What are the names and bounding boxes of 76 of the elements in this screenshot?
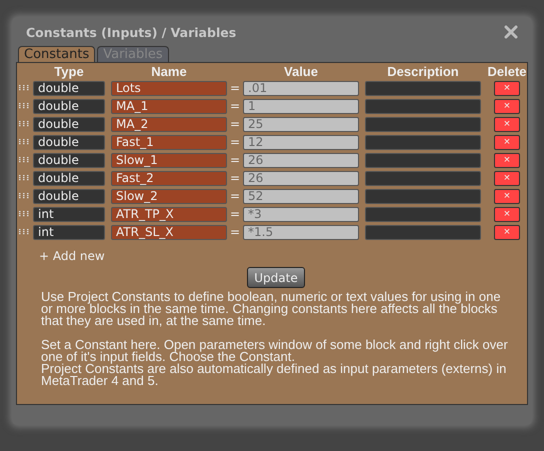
help-text: Project Constants are also automatically defined as input parameters (externs) in MetaTrader 4 and 5. [41,363,508,387]
equals-sign: = [228,117,242,131]
delete-button[interactable]: × [494,206,520,222]
type-field[interactable]: double [33,134,105,150]
drag-handle-icon[interactable] [19,229,29,235]
name-field[interactable]: MA_1 [111,98,227,114]
help-text: Set a Constant here. Open parameters window of some block and right click over one of it's input fields. Choose the Constant. [41,339,509,363]
drag-handle-icon[interactable] [19,85,29,91]
value-field[interactable]: .01 [243,80,359,96]
name-field[interactable]: Fast_2 [111,170,227,186]
column-header: Value [283,64,319,78]
name-field[interactable]: Slow_2 [111,188,227,204]
value-field[interactable]: 25 [243,116,359,132]
name-field[interactable]: Slow_1 [111,152,227,168]
description-field[interactable] [365,152,481,168]
equals-sign: = [228,135,242,149]
drag-handle-icon[interactable] [19,211,29,217]
column-header: Name [150,64,188,78]
close-icon[interactable] [504,25,518,39]
description-field[interactable] [365,188,481,204]
update-button[interactable]: Update [247,267,305,288]
drag-handle-icon[interactable] [19,175,29,181]
delete-button[interactable]: × [494,116,520,132]
drag-handle-icon[interactable] [19,193,29,199]
type-field[interactable]: int [33,206,105,222]
delete-button[interactable]: × [494,188,520,204]
type-field[interactable]: int [33,224,105,240]
type-field[interactable]: double [33,116,105,132]
delete-button[interactable]: × [494,98,520,114]
tab[interactable]: Constants [18,46,96,62]
equals-sign: = [228,171,242,185]
delete-button[interactable]: × [494,170,520,186]
name-field[interactable]: Fast_1 [111,134,227,150]
delete-button[interactable]: × [494,224,520,240]
drag-handle-icon[interactable] [19,121,29,127]
name-field[interactable]: ATR_SL_X [111,224,227,240]
equals-sign: = [228,189,242,203]
description-field[interactable] [365,224,481,240]
column-header: Type [53,64,85,78]
name-field[interactable]: MA_2 [111,116,227,132]
equals-sign: = [228,99,242,113]
value-field[interactable]: *3 [243,206,359,222]
delete-button[interactable]: × [494,152,520,168]
type-field[interactable]: double [33,152,105,168]
column-header: Delete [487,64,527,78]
description-field[interactable] [365,116,481,132]
drag-handle-icon[interactable] [19,103,29,109]
value-field[interactable]: 26 [243,170,359,186]
type-field[interactable]: double [33,170,105,186]
drag-handle-icon[interactable] [19,139,29,145]
value-field[interactable]: 52 [243,188,359,204]
description-field[interactable] [365,206,481,222]
type-field[interactable]: double [33,80,105,96]
window-title: Constants (Inputs) / Variables [26,26,236,40]
value-field[interactable]: 26 [243,152,359,168]
type-field[interactable]: double [33,98,105,114]
help-text: Use Project Constants to define boolean, numeric or text values for using in one or more blocks in the same time. Changing constants here affects all the blocks that they are used in, at the same time. [41,291,502,327]
delete-button[interactable]: × [494,134,520,150]
name-field[interactable]: Lots [111,80,227,96]
drag-handle-icon[interactable] [19,157,29,163]
equals-sign: = [228,153,242,167]
description-field[interactable] [365,134,481,150]
add-new-link[interactable]: + Add new [39,249,105,263]
type-field[interactable]: double [33,188,105,204]
value-field[interactable]: 1 [243,98,359,114]
equals-sign: = [228,207,242,221]
value-field[interactable]: 12 [243,134,359,150]
delete-button[interactable]: × [494,80,520,96]
description-field[interactable] [365,80,481,96]
description-field[interactable] [365,98,481,114]
column-header: Description [386,64,460,78]
value-field[interactable]: *1.5 [243,224,359,240]
description-field[interactable] [365,170,481,186]
name-field[interactable]: ATR_TP_X [111,206,227,222]
equals-sign: = [228,81,242,95]
equals-sign: = [228,225,242,239]
